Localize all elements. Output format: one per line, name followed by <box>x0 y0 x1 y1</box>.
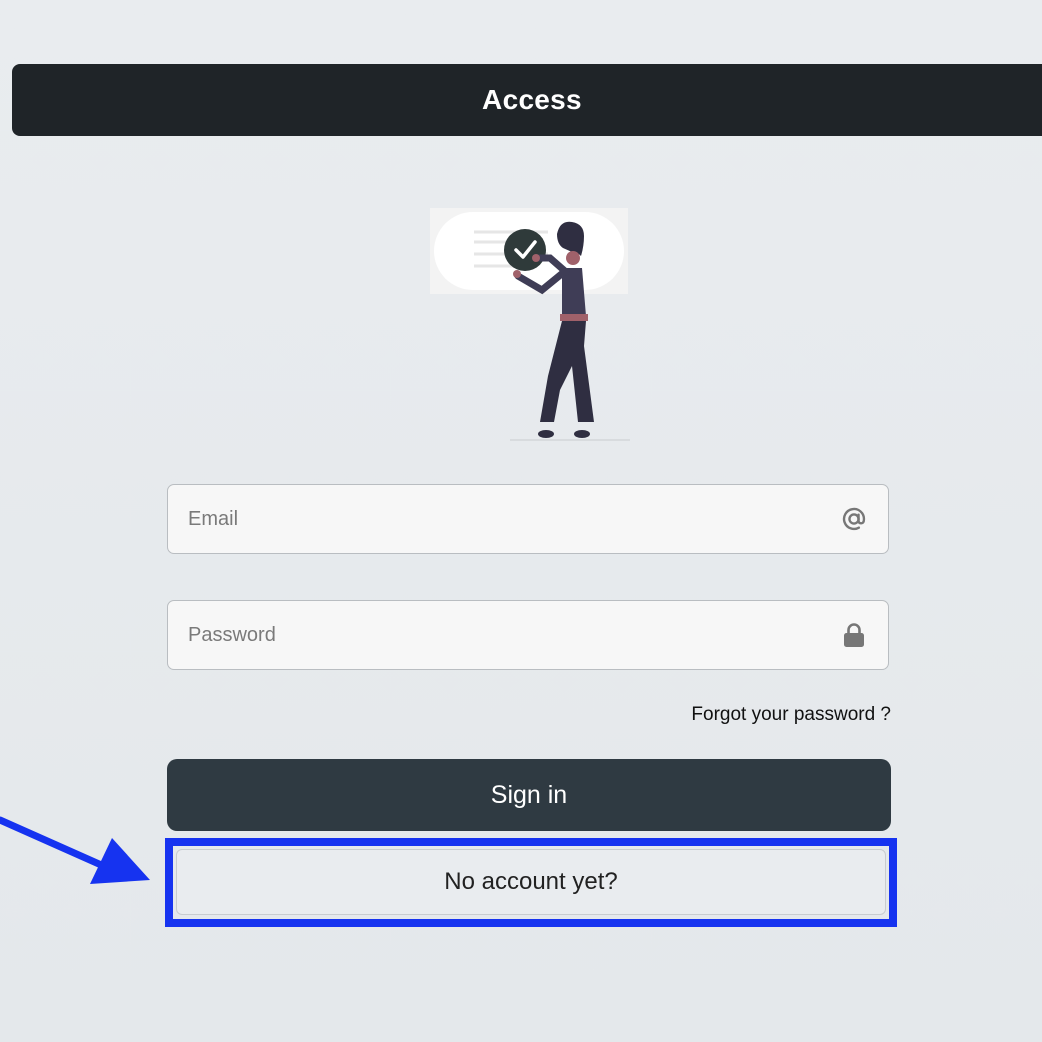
login-illustration <box>430 208 630 441</box>
email-field[interactable] <box>167 484 889 554</box>
password-field[interactable] <box>167 600 889 670</box>
at-icon <box>840 505 868 533</box>
email-input[interactable] <box>168 485 888 553</box>
pointer-arrow-icon <box>0 816 150 884</box>
sign-in-button[interactable]: Sign in <box>167 759 891 831</box>
forgot-password-link[interactable]: Forgot your password ? <box>691 704 891 726</box>
lock-icon <box>840 621 868 649</box>
page-header: Access <box>12 64 1042 136</box>
page-title: Access <box>482 84 582 115</box>
password-input[interactable] <box>168 601 888 669</box>
no-account-button[interactable]: No account yet? <box>176 849 886 915</box>
